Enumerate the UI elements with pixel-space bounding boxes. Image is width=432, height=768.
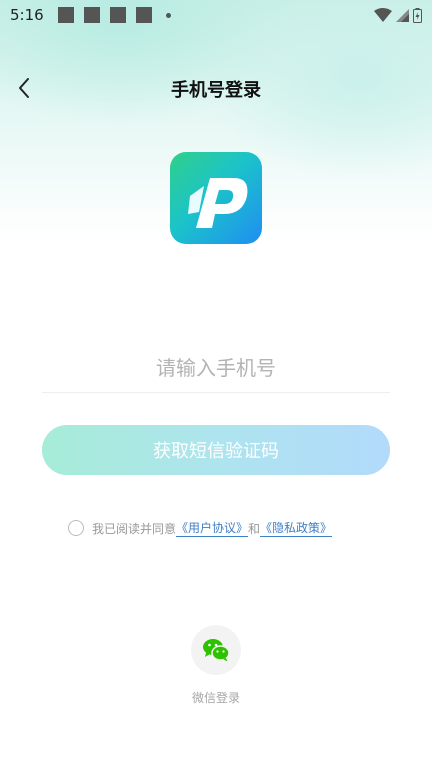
wechat-login-button[interactable]: [191, 625, 241, 675]
battery-icon: [413, 7, 422, 23]
app-logo: [170, 152, 262, 244]
wifi-icon: [374, 8, 392, 22]
agreement-checkbox[interactable]: [68, 520, 84, 536]
page-title: 手机号登录: [171, 80, 261, 101]
phone-input[interactable]: [42, 344, 390, 393]
notification-square-icon: [135, 7, 152, 23]
signal-icon: [396, 8, 409, 22]
agreement-prefix: 我已阅读并同意: [92, 521, 177, 536]
notification-square-icon: [57, 7, 74, 23]
notification-square-icon: [83, 7, 100, 23]
agreement-row: 我已阅读并同意 《用户协议》 和 《隐私政策》: [68, 518, 333, 538]
wechat-login-label: 微信登录: [191, 691, 240, 705]
nav-bar: 手机号登录: [0, 66, 432, 110]
get-sms-code-button[interactable]: 获取短信验证码: [42, 425, 390, 475]
status-bar: 5:16: [0, 0, 432, 30]
status-icons: [374, 7, 422, 23]
login-screen: 5:16 手机号登录 请输入手机号 获取短信验证码 我已阅读并同意 《用户协议》…: [0, 0, 432, 768]
wechat-icon: [203, 639, 230, 662]
app-logo-p-icon: [188, 178, 248, 228]
agreement-and: 和: [248, 521, 261, 536]
notification-square-icon: [109, 7, 126, 23]
notification-dot-icon: [165, 12, 171, 18]
status-time: 5:16: [10, 6, 44, 24]
user-agreement-link[interactable]: 《用户协议》: [176, 519, 249, 537]
privacy-policy-link[interactable]: 《隐私政策》: [260, 519, 333, 537]
